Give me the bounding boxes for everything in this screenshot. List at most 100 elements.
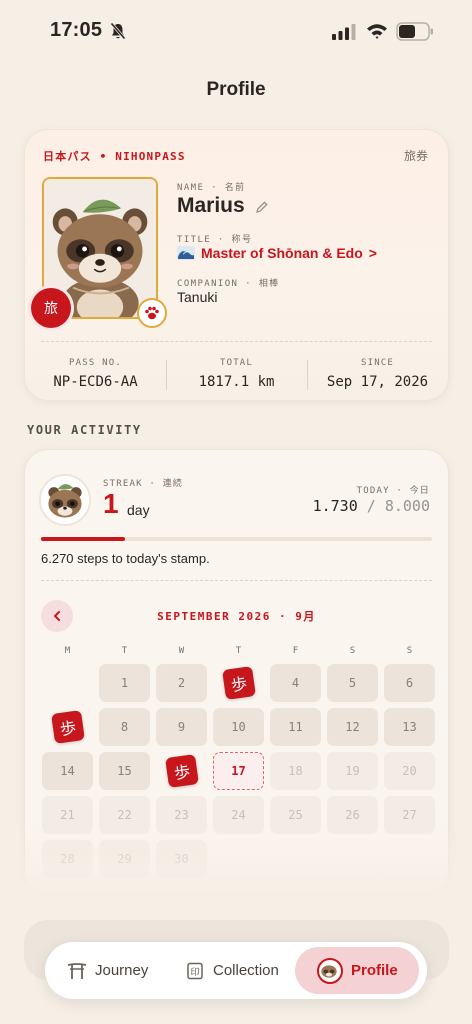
tab-label: Journey — [95, 962, 149, 979]
steps-progress-fill — [41, 537, 126, 541]
calendar-day[interactable]: 26 — [327, 796, 378, 834]
calendar-day[interactable]: 1 — [99, 664, 150, 702]
tab-profile[interactable]: Profile — [295, 947, 419, 994]
status-bar: 17:05 — [0, 0, 472, 62]
calendar-day[interactable]: 歩 — [156, 752, 207, 790]
calendar-day[interactable]: 10 — [213, 708, 264, 746]
seal-char: 旅 — [44, 301, 58, 317]
calendar-day[interactable]: 18 — [270, 752, 321, 790]
calendar-day[interactable]: 11 — [270, 708, 321, 746]
walk-stamp-icon: 歩 — [164, 754, 199, 788]
stamp-book-icon: 印 — [187, 962, 203, 979]
activity-card: STREAK · 連続 1 day TODAY · 今日 1.730 / 8.0… — [24, 449, 449, 895]
wifi-icon — [367, 24, 387, 39]
weekday-label: W — [178, 646, 185, 656]
calendar-empty-cell — [42, 664, 93, 702]
calendar-day[interactable]: 25 — [270, 796, 321, 834]
stat-label: PASS NO. — [69, 358, 122, 368]
today-goal: / 8.000 — [366, 497, 430, 515]
companion-label: COMPANION · 相棒 — [177, 279, 280, 289]
calendar-day[interactable]: 19 — [327, 752, 378, 790]
weekday-label: F — [292, 646, 299, 656]
today-steps: 1.730 / 8.000 — [313, 497, 430, 515]
pass-divider — [41, 341, 432, 342]
calendar-day[interactable]: 27 — [384, 796, 435, 834]
pass-stats: PASS NO. NP-ECD6-AA TOTAL 1817.1 km SINC… — [25, 358, 448, 390]
chevron-right-icon: > — [368, 245, 377, 261]
steps-progress-bar — [41, 537, 432, 541]
weekday-label: S — [349, 646, 356, 656]
svg-text:印: 印 — [190, 966, 199, 978]
pass-brand: 日本パス • NIHONPASS — [43, 150, 186, 163]
calendar-day[interactable]: 2 — [156, 664, 207, 702]
walk-stamp-icon: 歩 — [50, 710, 85, 744]
tab-collection[interactable]: 印 Collection — [171, 947, 293, 994]
calendar-day[interactable]: 6 — [384, 664, 435, 702]
section-label-activity: YOUR ACTIVITY — [27, 423, 142, 437]
bell-off-icon — [110, 22, 126, 40]
tab-label: Profile — [351, 962, 398, 979]
stat-value: 1817.1 km — [198, 374, 275, 390]
calendar-day[interactable]: 14 — [42, 752, 93, 790]
passport-card: 日本パス • NIHONPASS 旅券 旅 NAME · 名前 Marius T… — [24, 129, 449, 401]
pencil-icon[interactable] — [255, 200, 269, 214]
stat-since: SINCE Sep 17, 2026 — [307, 358, 448, 390]
weekday-label: T — [121, 646, 128, 656]
calendar-grid: 1 2 歩 4 5 6 歩 8 9 10 11 12 13 14 15 歩 17 18 19 20 21 22 23 24 25… — [39, 661, 438, 881]
calendar-day[interactable]: 21 — [42, 796, 93, 834]
calendar-day[interactable]: 23 — [156, 796, 207, 834]
calendar-day[interactable]: 20 — [384, 752, 435, 790]
stat-total: TOTAL 1817.1 km — [166, 358, 307, 390]
battery-icon — [396, 22, 433, 41]
tab-journey[interactable]: Journey — [53, 947, 162, 994]
calendar-day[interactable]: 17 — [213, 752, 264, 790]
calendar-day[interactable]: 8 — [99, 708, 150, 746]
travel-seal: 旅 — [31, 288, 71, 328]
page-title: Profile — [206, 79, 266, 100]
name-label: NAME · 名前 — [177, 183, 246, 193]
calendar-day[interactable]: 29 — [99, 840, 150, 878]
weekday-label: M — [64, 646, 71, 656]
pass-kanji: 旅券 — [403, 149, 428, 163]
title-label: TITLE · 称号 — [177, 235, 253, 245]
avatar-icon — [317, 957, 343, 984]
stat-label: SINCE — [360, 358, 395, 368]
companion-name: Tanuki — [177, 289, 218, 305]
title-text: Master of Shōnan & Edo — [201, 245, 363, 261]
streak-avatar — [39, 474, 91, 526]
calendar-weekdays: MTWTFSS — [39, 646, 438, 656]
calendar-day[interactable]: 歩 — [213, 664, 264, 702]
calendar-day[interactable]: 4 — [270, 664, 321, 702]
calendar-day[interactable]: 15 — [99, 752, 150, 790]
activity-divider — [41, 580, 432, 581]
calendar-day[interactable]: 歩 — [42, 708, 93, 746]
status-time: 17:05 — [50, 19, 103, 41]
tanuki-mini-icon — [41, 476, 89, 524]
stat-pass-no: PASS NO. NP-ECD6-AA — [25, 358, 166, 390]
calendar-day[interactable]: 12 — [327, 708, 378, 746]
torii-icon — [67, 962, 87, 979]
weekday-label: S — [406, 646, 413, 656]
stat-label: TOTAL — [219, 358, 254, 368]
stat-value: NP-ECD6-AA — [53, 374, 138, 390]
cellular-signal-icon — [332, 24, 356, 40]
weekday-label: T — [235, 646, 242, 656]
calendar-day[interactable]: 22 — [99, 796, 150, 834]
calendar-day[interactable]: 9 — [156, 708, 207, 746]
calendar-day[interactable]: 30 — [156, 840, 207, 878]
streak-count: 1 — [103, 488, 119, 519]
calendar-day[interactable]: 28 — [42, 840, 93, 878]
calendar-day[interactable]: 24 — [213, 796, 264, 834]
calendar-day[interactable]: 5 — [327, 664, 378, 702]
today-label: TODAY · 今日 — [356, 486, 430, 496]
calendar-day[interactable]: 13 — [384, 708, 435, 746]
tab-bar: Journey 印 Collection Profile — [45, 942, 427, 999]
walk-stamp-icon: 歩 — [221, 666, 256, 700]
calendar-month-title: SEPTEMBER 2026 · 9月 — [157, 610, 316, 623]
paw-badge-icon — [137, 298, 167, 328]
title-link[interactable]: Master of Shōnan & Edo > — [177, 245, 377, 261]
streak-unit: day — [127, 502, 150, 518]
tab-label: Collection — [213, 962, 279, 979]
wave-icon — [177, 246, 195, 260]
today-steps-count: 1.730 — [312, 497, 358, 515]
